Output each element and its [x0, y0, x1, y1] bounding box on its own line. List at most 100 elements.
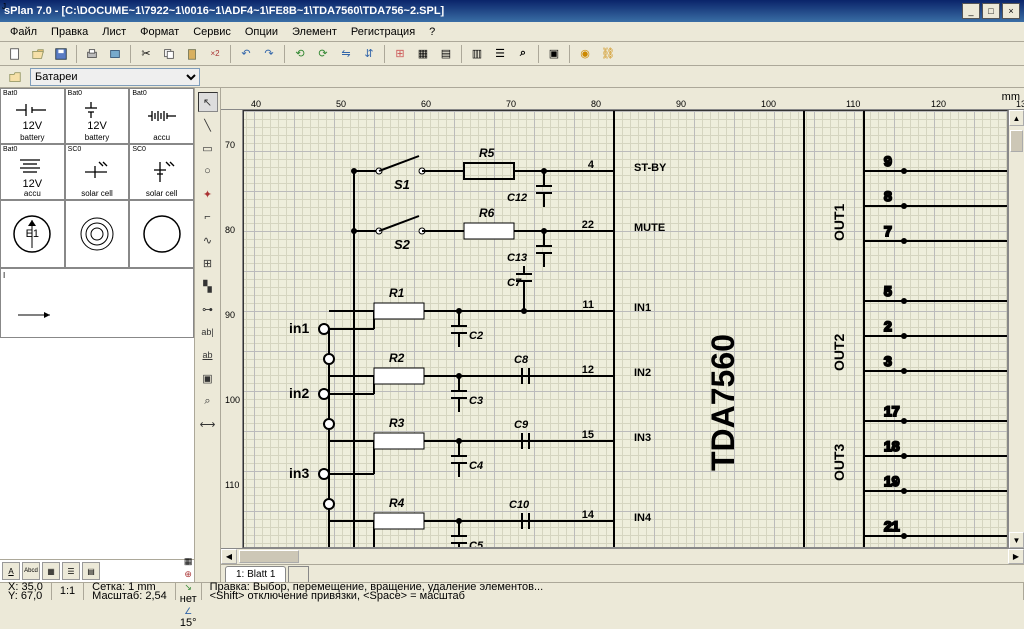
menu-options[interactable]: Опции [239, 24, 284, 40]
export-icon[interactable] [104, 44, 126, 64]
maximize-button[interactable]: □ [982, 3, 1000, 19]
palette-item-battery1[interactable]: Bat0 12V battery [0, 88, 65, 144]
ungroup-icon[interactable]: ▤ [435, 44, 457, 64]
svg-text:R1: R1 [389, 286, 405, 300]
align-icon[interactable]: ⊞ [389, 44, 411, 64]
tool-node-icon[interactable]: ✦ [198, 184, 218, 204]
print-icon[interactable] [81, 44, 103, 64]
palette-tool-a[interactable]: A [2, 562, 20, 580]
tool-measure-icon[interactable]: ⟷ [198, 414, 218, 434]
auto-number-icon[interactable]: ▥ [466, 44, 488, 64]
menu-register[interactable]: Регистрация [345, 24, 421, 40]
palette-item-circle[interactable] [129, 200, 194, 268]
menu-file[interactable]: Файл [4, 24, 43, 40]
tool-bezier-icon[interactable]: ∿ [198, 230, 218, 250]
link-icon[interactable]: ⛓ [597, 44, 619, 64]
svg-text:IN3: IN3 [634, 432, 651, 444]
minimize-button[interactable]: _ [962, 3, 980, 19]
svg-text:IN2: IN2 [634, 367, 651, 379]
new-icon[interactable] [4, 44, 26, 64]
group-icon[interactable]: ▦ [412, 44, 434, 64]
vertical-scrollbar[interactable]: ▲ ▼ [1008, 110, 1024, 548]
menu-service[interactable]: Сервис [187, 24, 237, 40]
menu-help[interactable]: ? [423, 24, 441, 40]
tool-pointer-icon[interactable]: ↖ [198, 92, 218, 112]
palette-tool-abcd[interactable]: Abcd [22, 562, 40, 580]
paste-icon[interactable] [181, 44, 203, 64]
angle-icon[interactable]: ∠ [180, 606, 196, 617]
sheet-tab-1[interactable]: 1: Blatt 1 [225, 566, 286, 582]
palette-item-solar2[interactable]: SC0 solar cell [129, 144, 194, 200]
palette-item-battery2[interactable]: Bat0 12V battery [65, 88, 130, 144]
palette-item-accu2[interactable]: Bat0 12V accu [0, 144, 65, 200]
copy-icon[interactable] [158, 44, 180, 64]
save-icon[interactable] [50, 44, 72, 64]
snap-label: нет [180, 595, 197, 604]
open-icon[interactable] [27, 44, 49, 64]
palette-tool-grid1-icon[interactable]: ▦ [42, 562, 60, 580]
svg-text:17: 17 [884, 403, 900, 419]
library-select[interactable]: Батареи [30, 68, 200, 86]
tool-rect-icon[interactable]: ▭ [198, 138, 218, 158]
library-row: Батареи [0, 66, 1024, 88]
flip-h-icon[interactable]: ⇋ [335, 44, 357, 64]
svg-text:OUT3: OUT3 [831, 443, 847, 481]
flip-v-icon[interactable]: ⇵ [358, 44, 380, 64]
list-icon[interactable]: ☰ [489, 44, 511, 64]
palette-tool-grid2-icon[interactable]: ☰ [62, 562, 80, 580]
menu-element[interactable]: Элемент [286, 24, 343, 40]
tool-special-icon[interactable]: ⊞ [198, 253, 218, 273]
palette-item-spiral[interactable]: J [65, 200, 130, 268]
tool-fill-icon[interactable]: ▚ [198, 276, 218, 296]
folder-icon[interactable] [4, 67, 26, 87]
svg-text:4: 4 [588, 159, 595, 171]
menu-format[interactable]: Формат [134, 24, 185, 40]
sheet-tab-add[interactable] [288, 566, 309, 582]
window-title: sPlan 7.0 - [C:\DOCUME~1\7922~1\0016~1\A… [4, 5, 962, 17]
grid-toggle-icon[interactable]: ▦ [180, 556, 196, 567]
properties-icon[interactable]: ▣ [543, 44, 565, 64]
svg-text:IN4: IN4 [634, 512, 652, 524]
schematic-canvas[interactable]: TDA7560 OUT1 OUT2 OUT3 JT14 9 8 7 5 2 3 [243, 110, 1008, 548]
tool-connect-icon[interactable]: ⊶ [198, 299, 218, 319]
palette-item-solar1[interactable]: SC0 solar cell [65, 144, 130, 200]
tool-image-icon[interactable]: ▣ [198, 368, 218, 388]
main-area: Bat0 12V battery Bat0 12V battery Bat0 a… [0, 88, 1024, 582]
svg-text:OUT1: OUT1 [831, 203, 847, 241]
svg-text:S2: S2 [394, 237, 411, 252]
svg-text:C8: C8 [514, 354, 529, 366]
window-buttons: _ □ × [962, 3, 1020, 19]
menu-edit[interactable]: Правка [45, 24, 94, 40]
redo-icon[interactable]: ↷ [258, 44, 280, 64]
component-palette: Bat0 12V battery Bat0 12V battery Bat0 a… [0, 88, 195, 582]
copy2-icon[interactable]: ×2 [204, 44, 226, 64]
svg-text:R4: R4 [389, 496, 405, 510]
cut-icon[interactable]: ✂ [135, 44, 157, 64]
status-grid: Сетка: 1 mmМасштаб: 2,54 [84, 583, 176, 600]
help-icon[interactable]: ◉ [574, 44, 596, 64]
tool-zoom-icon[interactable]: ⌕ [198, 391, 218, 411]
tool-circle-icon[interactable]: ○ [198, 161, 218, 181]
canvas-area: 40 50 60 70 80 90 100 110 120 130 mm 70 … [221, 88, 1024, 582]
snap-icon[interactable]: ⊕ [180, 569, 196, 580]
search-icon[interactable]: ⌕ [512, 44, 534, 64]
snap2-icon[interactable]: ↘ [180, 582, 196, 593]
svg-text:C13: C13 [507, 252, 527, 264]
rotate-left-icon[interactable]: ⟲ [289, 44, 311, 64]
horizontal-scrollbar[interactable]: ◀ ▶ [221, 548, 1024, 564]
horizontal-ruler: 40 50 60 70 80 90 100 110 120 130 mm [221, 88, 1024, 110]
palette-item-source[interactable]: E1 [0, 200, 65, 268]
close-button[interactable]: × [1002, 3, 1020, 19]
menu-sheet[interactable]: Лист [96, 24, 132, 40]
svg-text:C3: C3 [469, 395, 483, 407]
rotate-right-icon[interactable]: ⟳ [312, 44, 334, 64]
tool-poly-icon[interactable]: ⌐ [198, 207, 218, 227]
palette-item-accu1[interactable]: Bat0 accu [129, 88, 194, 144]
tool-line-icon[interactable]: ╲ [198, 115, 218, 135]
tool-label-icon[interactable]: ab| [198, 322, 218, 342]
svg-text:R5: R5 [479, 146, 495, 160]
palette-tool-grid3-icon[interactable]: ▤ [82, 562, 100, 580]
undo-icon[interactable]: ↶ [235, 44, 257, 64]
svg-text:3: 3 [884, 353, 892, 369]
tool-text-icon[interactable]: ab [198, 345, 218, 365]
